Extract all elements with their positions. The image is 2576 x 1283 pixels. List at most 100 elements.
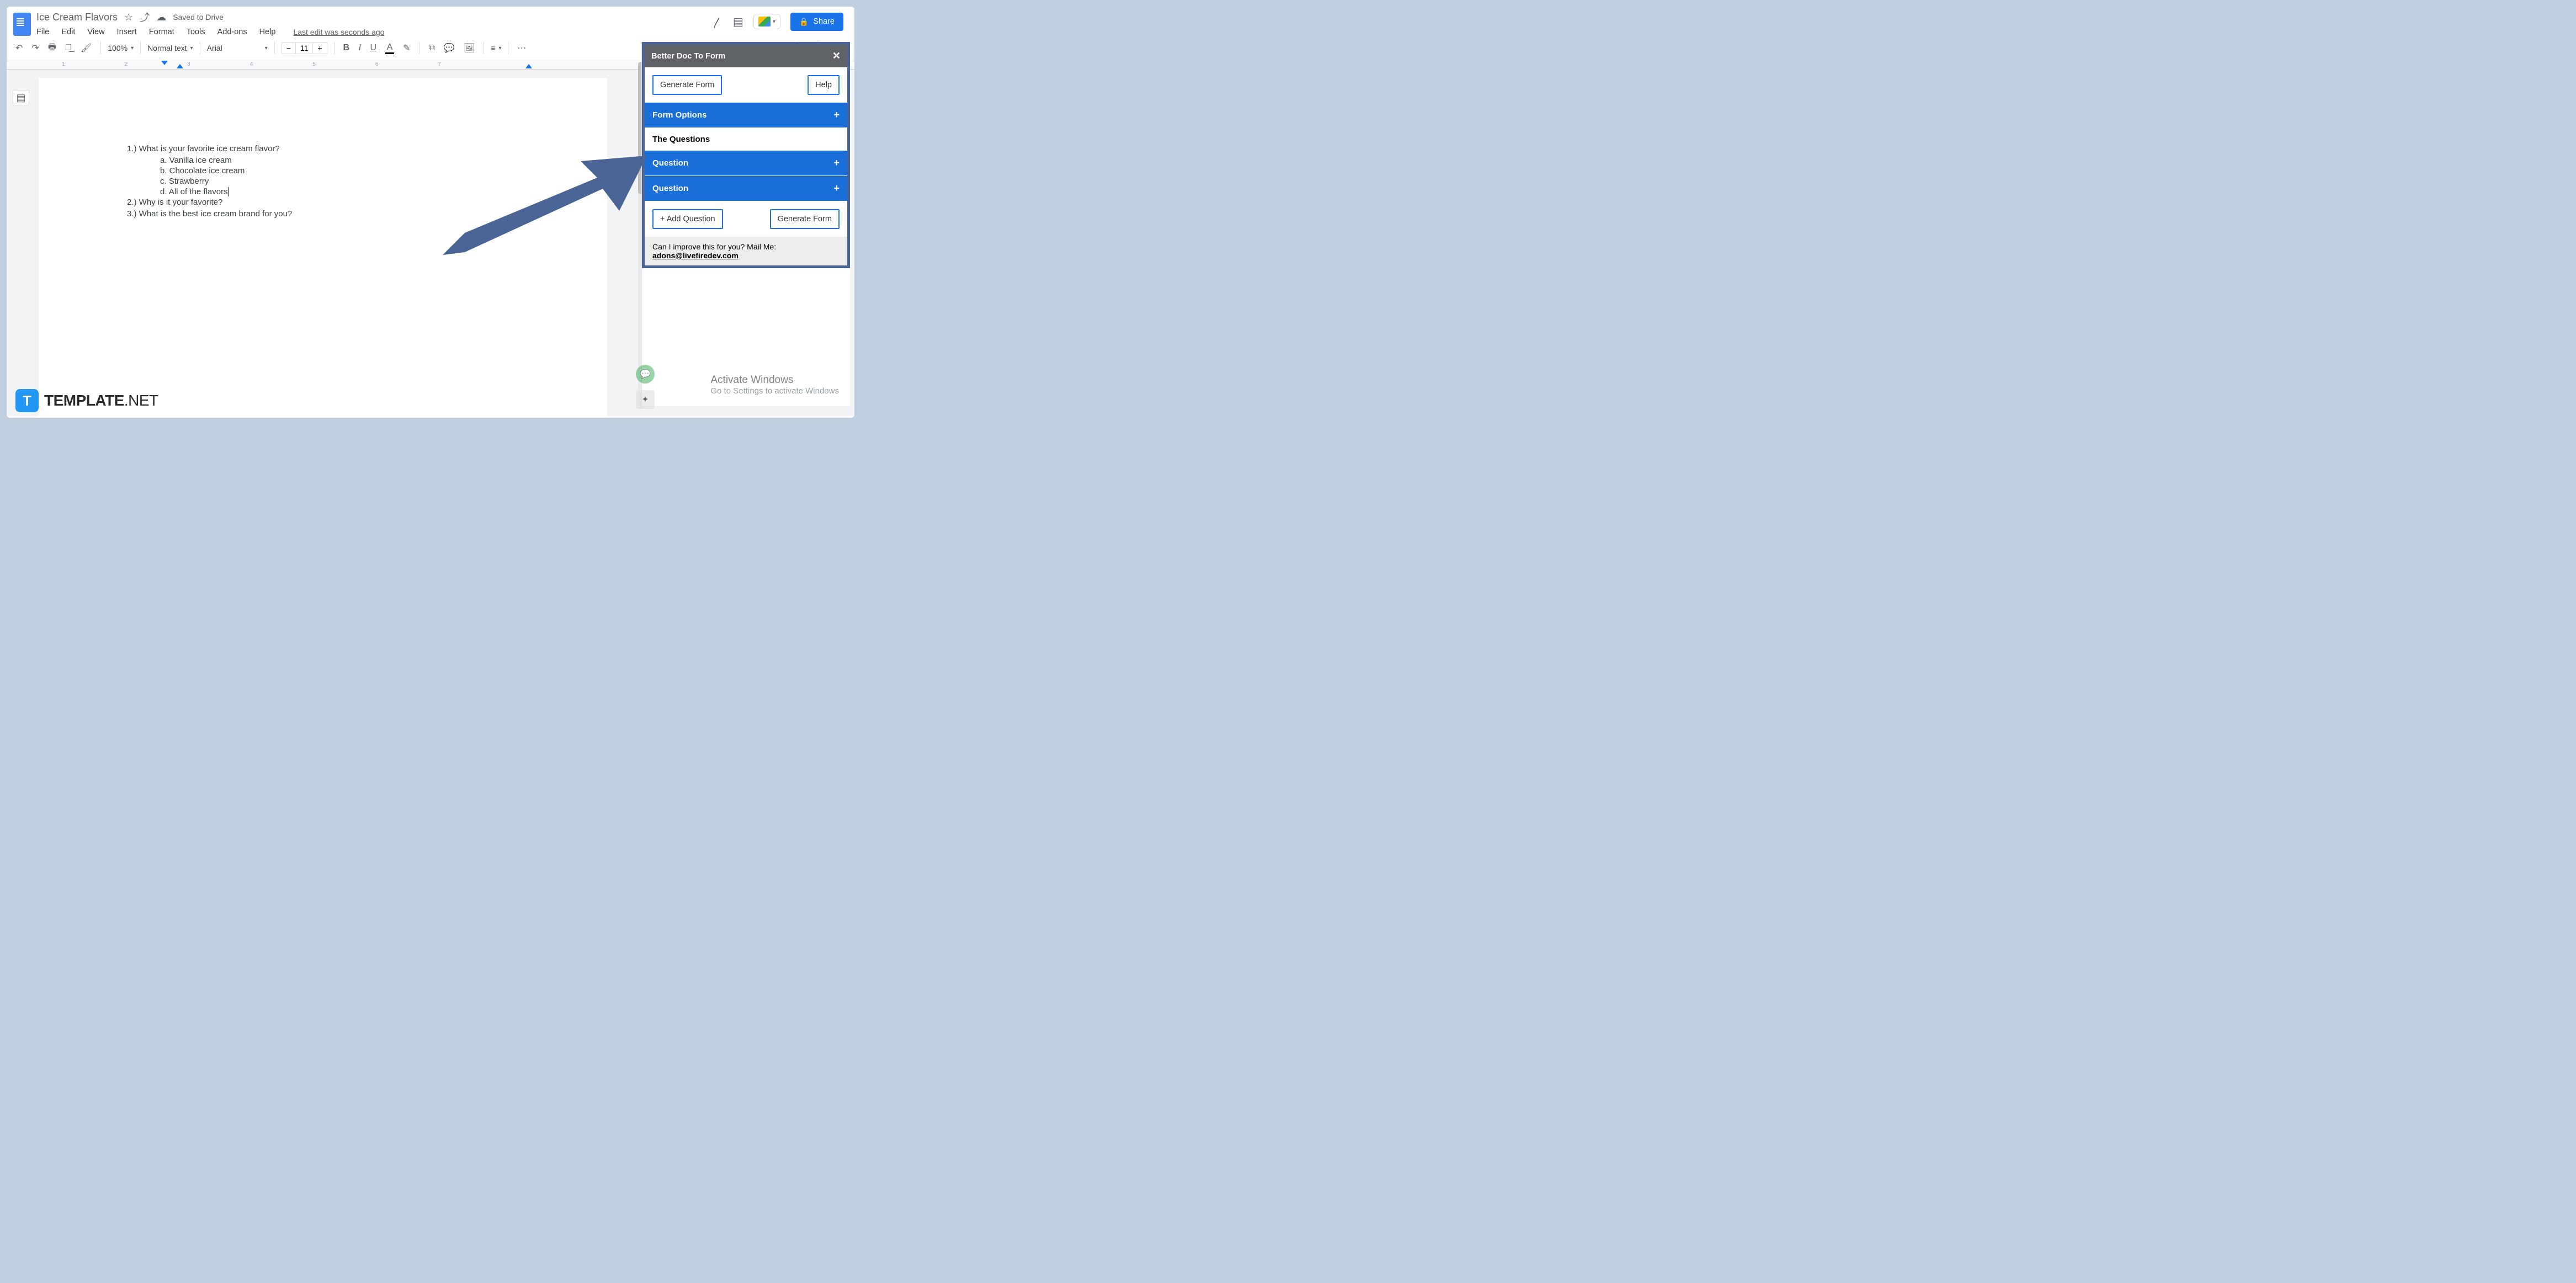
template-net-logo: T TEMPLATE.NET xyxy=(15,389,158,412)
meet-icon xyxy=(758,17,771,26)
italic-icon[interactable]: I xyxy=(356,42,363,54)
chat-icon: 💬 xyxy=(640,369,651,380)
question-bar-2[interactable]: Question + xyxy=(645,176,847,201)
doc-line: 2.) Why is it your favorite? xyxy=(127,198,519,207)
cloud-icon: ☁ xyxy=(156,12,166,23)
title-column: Ice Cream Flavors ☆ ⤴ ☁ Saved to Drive F… xyxy=(36,10,707,36)
separator xyxy=(274,42,275,54)
highlight-icon[interactable]: ✎ xyxy=(401,41,412,55)
share-label: Share xyxy=(813,17,835,26)
outline-icon[interactable]: ▤ xyxy=(13,90,29,105)
font-size-value[interactable]: 11 xyxy=(295,42,314,54)
menu-edit[interactable]: Edit xyxy=(61,28,75,36)
question-bar-1[interactable]: Question + xyxy=(645,151,847,176)
watermark-sub: Go to Settings to activate Windows xyxy=(710,386,839,396)
titlebar: Ice Cream Flavors ☆ ⤴ ☁ Saved to Drive F… xyxy=(7,7,854,36)
separator xyxy=(140,42,141,54)
doc-line: a. Vanilla ice cream xyxy=(127,156,519,165)
the-questions-label: The Questions xyxy=(645,128,847,151)
caret-down-icon: ▾ xyxy=(190,45,193,51)
menu-tools[interactable]: Tools xyxy=(187,28,205,36)
spellcheck-icon[interactable]: Ａ̲ xyxy=(63,42,74,54)
plus-icon: + xyxy=(833,183,840,194)
bold-icon[interactable]: B xyxy=(341,42,352,54)
style-select[interactable]: Normal text▾ xyxy=(147,44,193,52)
ruler-first-line-indent-icon[interactable] xyxy=(177,64,183,68)
underline-icon[interactable]: U xyxy=(368,42,379,54)
addon-header: Better Doc To Form ✕ xyxy=(645,45,847,67)
ruler-right-indent-icon[interactable] xyxy=(525,64,532,68)
menu-format[interactable]: Format xyxy=(149,28,174,36)
form-options-bar[interactable]: Form Options + xyxy=(645,103,847,128)
app-window: Ice Cream Flavors ☆ ⤴ ☁ Saved to Drive F… xyxy=(7,7,854,418)
undo-icon[interactable]: ↶ xyxy=(13,41,25,55)
question-label: Question xyxy=(652,158,688,168)
increase-font-icon[interactable]: + xyxy=(313,42,326,54)
doc-line: c. Strawberry xyxy=(127,177,519,186)
separator xyxy=(100,42,101,54)
left-gutter: ▤ xyxy=(7,70,35,416)
addon-side-panel: Better Doc To Form ✕ Generate Form Help … xyxy=(641,42,850,406)
menu-insert[interactable]: Insert xyxy=(117,28,137,36)
generate-form-button[interactable]: Generate Form xyxy=(652,75,722,95)
add-question-button[interactable]: + Add Question xyxy=(652,209,723,229)
menu-view[interactable]: View xyxy=(87,28,104,36)
last-edit-link[interactable]: Last edit was seconds ago xyxy=(293,28,384,36)
link-icon[interactable]: ⧉ xyxy=(426,42,437,54)
footer-text: Can I improve this for you? Mail Me: xyxy=(652,242,776,251)
caret-down-icon: ▾ xyxy=(773,19,776,25)
print-icon[interactable]: 🖶 xyxy=(46,40,59,57)
zoom-value: 100% xyxy=(108,44,128,52)
document-page[interactable]: 1.) What is your favorite ice cream flav… xyxy=(39,78,607,418)
addon-highlight-box: Better Doc To Form ✕ Generate Form Help … xyxy=(642,42,850,268)
caret-down-icon: ▾ xyxy=(265,45,268,51)
explore-fab[interactable]: ✦ xyxy=(636,390,655,409)
doc-line: d. All of the flavors xyxy=(127,187,519,196)
ruler-tick: 7 xyxy=(438,61,441,67)
decrease-font-icon[interactable]: − xyxy=(282,42,295,54)
paint-format-icon[interactable]: 🖌 xyxy=(78,41,94,55)
doc-text-cursor: d. All of the flavors xyxy=(160,187,229,196)
help-button[interactable]: Help xyxy=(808,75,840,95)
menu-help[interactable]: Help xyxy=(259,28,276,36)
font-select[interactable]: Arial ▾ xyxy=(207,44,268,52)
menu-file[interactable]: File xyxy=(36,28,49,36)
move-icon[interactable]: ⤴ xyxy=(140,10,150,24)
font-size-box: − 11 + xyxy=(281,42,327,54)
image-icon[interactable]: 🖼 xyxy=(461,41,477,55)
text-color-icon[interactable]: A xyxy=(383,41,396,55)
menubar: File Edit View Insert Format Tools Add-o… xyxy=(36,24,707,36)
redo-icon[interactable]: ↷ xyxy=(29,41,41,55)
ruler-tick: 6 xyxy=(375,61,379,67)
close-icon[interactable]: ✕ xyxy=(832,50,841,62)
doc-line: 1.) What is your favorite ice cream flav… xyxy=(127,144,519,153)
zoom-select[interactable]: 100%▾ xyxy=(108,44,134,52)
ruler-tick: 3 xyxy=(187,61,190,67)
share-button[interactable]: 🔒 Share xyxy=(790,13,843,31)
comment-icon[interactable]: 💬 xyxy=(442,41,457,55)
addon-title: Better Doc To Form xyxy=(651,52,725,61)
addon-body: Generate Form Help Form Options + The Qu… xyxy=(645,67,847,265)
activity-icon[interactable]: 〳 xyxy=(712,14,723,30)
meet-button[interactable]: ▾ xyxy=(753,14,780,29)
chat-fab[interactable]: 💬 xyxy=(636,365,655,384)
plus-icon: + xyxy=(833,109,840,121)
ruler-tick: 5 xyxy=(312,61,316,67)
question-label: Question xyxy=(652,184,688,193)
style-value: Normal text xyxy=(147,44,187,52)
footer-email-link[interactable]: adons@livefiredev.com xyxy=(652,251,739,260)
ruler-left-indent-icon[interactable] xyxy=(161,61,168,65)
generate-form-button-2[interactable]: Generate Form xyxy=(770,209,840,229)
menu-addons[interactable]: Add-ons xyxy=(217,28,247,36)
align-select[interactable]: ≡ ▾ xyxy=(491,44,501,52)
doc-line: 3.) What is the best ice cream brand for… xyxy=(127,209,519,219)
font-value: Arial xyxy=(207,44,222,52)
comments-icon[interactable]: ▤ xyxy=(733,15,743,29)
star-icon[interactable]: ☆ xyxy=(124,12,133,23)
lock-icon: 🔒 xyxy=(799,17,809,26)
google-docs-icon[interactable] xyxy=(13,13,31,36)
document-title[interactable]: Ice Cream Flavors xyxy=(36,12,118,23)
logo-text: TEMPLATE.NET xyxy=(44,392,158,409)
more-icon[interactable]: ⋯ xyxy=(515,41,528,55)
saved-status: Saved to Drive xyxy=(173,13,224,22)
